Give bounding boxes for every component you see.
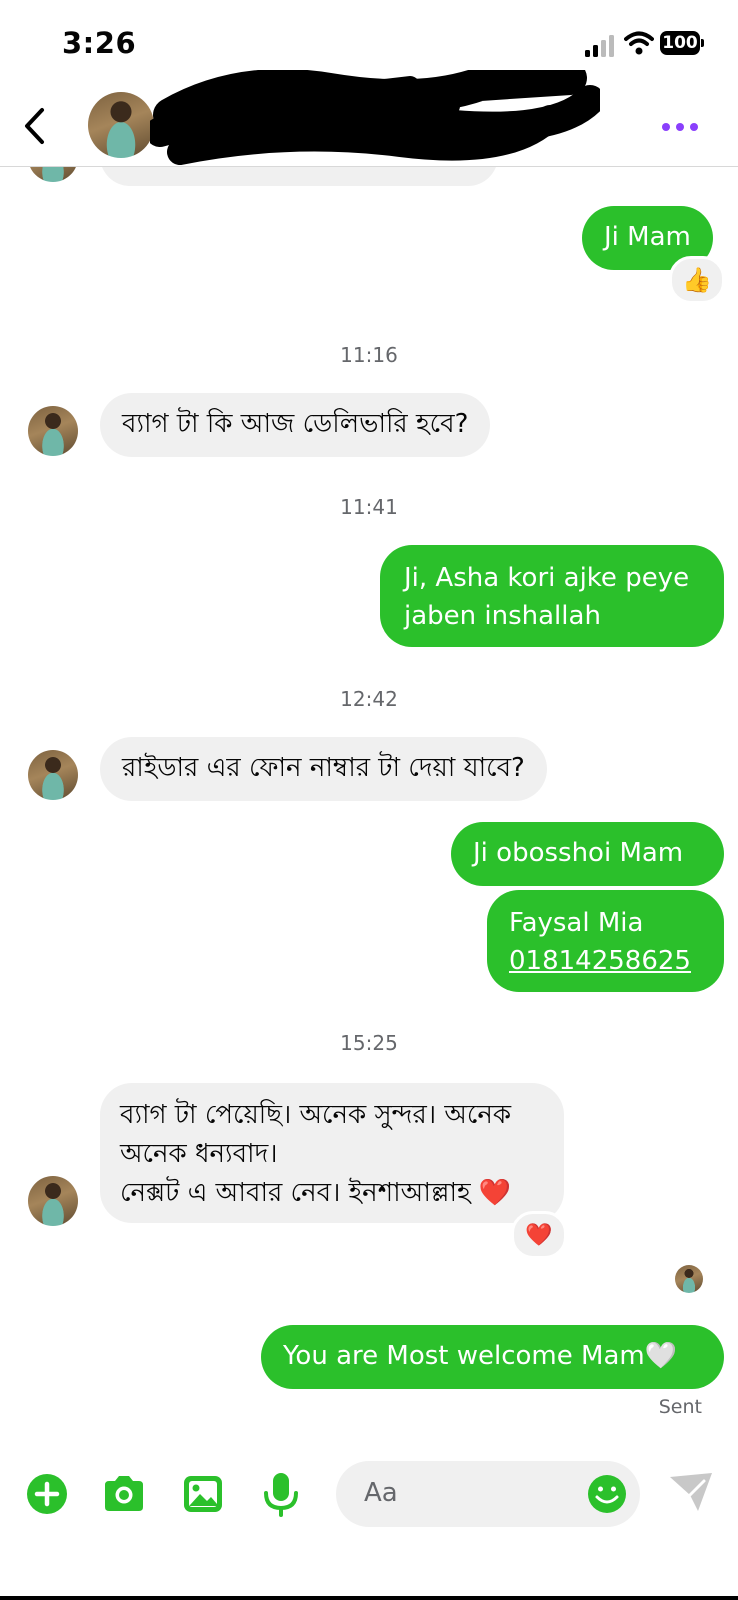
message-text: Ji obosshoi Mam [473,838,684,868]
read-receipt-avatar [675,1265,703,1293]
timestamp-separator: 15:25 [340,1031,398,1055]
message-text-line: ব্যাগ টা পেয়েছি। অনেক সুন্দর। অনেক [120,1100,512,1130]
message-bubble-incoming[interactable]: ব্যাগ টা পেয়েছি। অনেক সুন্দর। অনেক অনেক… [100,1083,564,1223]
timestamp-separator: 12:42 [340,687,398,711]
message-text: Ji Mam [604,222,691,252]
chat-thread[interactable]: Ji Mam 👍 11:16 ব্যাগ টা কি আজ ডেলিভারি হ… [0,0,738,1600]
message-bubble-outgoing[interactable]: You are Most welcome Mam🤍 [261,1325,724,1389]
send-icon[interactable] [668,1469,714,1515]
message-input[interactable]: Aa [336,1461,640,1527]
message-input-placeholder: Aa [364,1478,398,1508]
message-bubble-incoming[interactable]: রাইডার এর ফোন নাম্বার টা দেয়া যাবে? [100,737,547,801]
redaction-scribble [150,70,600,165]
message-status: Sent [658,1396,702,1418]
message-text: You are Most welcome Mam🤍 [283,1341,678,1371]
thumbs-up-icon: 👍 [682,266,712,294]
timestamp-separator: 11:16 [340,343,398,367]
message-text-line: নেক্সট এ আবার নেব। ইনশাআল্লাহ ❤️ [120,1178,512,1208]
camera-icon[interactable] [101,1471,147,1517]
message-bubble-incoming[interactable]: ব্যাগ টা কি আজ ডেলিভারি হবে? [100,393,491,457]
home-indicator [0,1596,738,1600]
phone-number-link[interactable]: 01814258625 [509,942,702,980]
message-bubble-outgoing[interactable]: Ji obosshoi Mam [451,822,724,886]
microphone-icon[interactable] [258,1471,304,1517]
conversation-header: n [0,70,738,167]
message-text-line: Faysal Mia [509,908,644,938]
plus-icon[interactable] [24,1471,70,1517]
message-text-line: jaben inshallah [404,601,601,631]
message-text: ব্যাগ টা কি আজ ডেলিভারি হবে? [122,409,469,439]
more-icon[interactable] [660,120,700,134]
message-composer: Aa [0,1455,738,1535]
gallery-icon[interactable] [180,1471,226,1517]
sender-avatar[interactable] [28,750,78,800]
contact-avatar[interactable] [88,92,154,158]
sender-avatar[interactable] [28,406,78,456]
message-reaction[interactable]: ❤️ [511,1211,567,1259]
timestamp-separator: 11:41 [340,495,398,519]
message-text-line: অনেক ধন্যবাদ। [120,1139,278,1169]
message-bubble-outgoing[interactable]: Faysal Mia 01814258625 [487,890,724,992]
message-bubble-outgoing[interactable]: Ji, Asha kori ajke peye jaben inshallah [380,545,724,647]
message-text-line: Ji, Asha kori ajke peye [404,563,690,593]
emoji-icon[interactable] [586,1473,628,1515]
heart-icon: ❤️ [525,1222,553,1248]
message-text: রাইডার এর ফোন নাম্বার টা দেয়া যাবে? [122,753,525,783]
sender-avatar[interactable] [28,1176,78,1226]
message-reaction[interactable]: 👍 [669,256,725,304]
back-icon[interactable] [18,104,52,148]
